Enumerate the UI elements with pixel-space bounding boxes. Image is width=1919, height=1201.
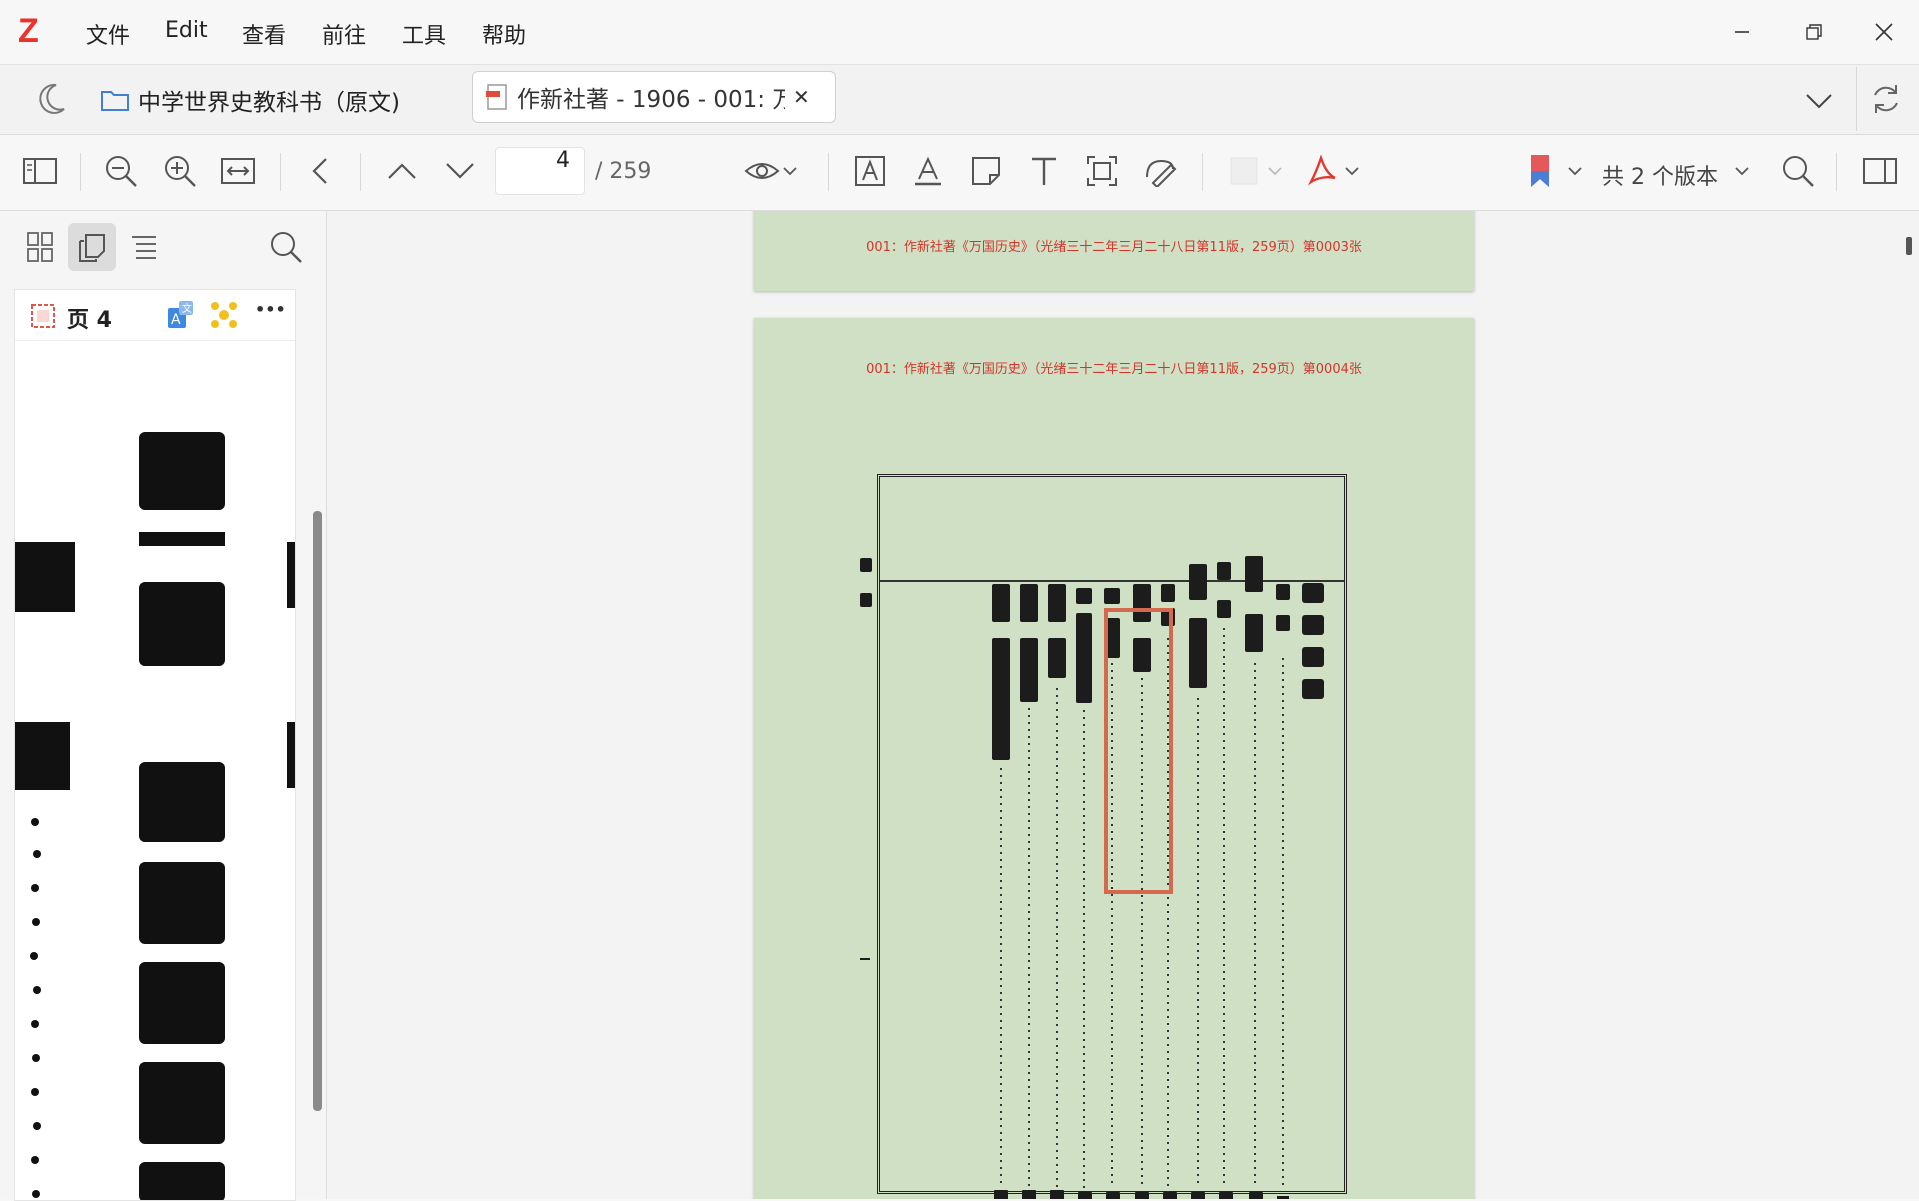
draw-icon[interactable] xyxy=(1140,151,1180,191)
underline-text-icon[interactable] xyxy=(908,151,948,191)
svg-text:文: 文 xyxy=(182,302,192,315)
tab-document[interactable]: 作新社著 - 1906 - 001: 万国历史 ✕ xyxy=(472,71,836,123)
svg-text:A: A xyxy=(171,312,181,328)
minimize-icon[interactable] xyxy=(1724,14,1760,50)
close-icon[interactable] xyxy=(1866,14,1902,50)
versions-label[interactable]: 共 2 个版本 xyxy=(1602,159,1718,191)
moon-icon[interactable] xyxy=(30,79,70,119)
sidebar-scrollbar[interactable] xyxy=(313,511,322,1111)
bookmark-dropdown-icon[interactable] xyxy=(1565,151,1585,191)
thumbnails-icon[interactable] xyxy=(16,223,64,271)
toolbar-divider xyxy=(280,153,281,191)
color-swatch-icon[interactable] xyxy=(1224,151,1264,191)
zoom-in-icon[interactable] xyxy=(160,151,200,191)
tabbar-divider xyxy=(1856,67,1857,131)
menu-view[interactable]: 查看 xyxy=(242,18,286,50)
translate-icon[interactable]: A文 xyxy=(165,298,197,336)
more-options-icon[interactable]: ••• xyxy=(255,300,286,319)
text-annotation-box-icon[interactable] xyxy=(850,151,890,191)
toolbar-divider xyxy=(1202,153,1203,191)
page-number-input[interactable]: 4 xyxy=(495,147,585,195)
tabs-dropdown-icon[interactable] xyxy=(1801,83,1841,119)
tab-library[interactable]: 中学世界史教科书（原文) xyxy=(100,83,400,117)
toolbar-divider xyxy=(360,153,361,191)
previous-page-icon[interactable] xyxy=(382,151,422,191)
toolbar-divider xyxy=(80,153,81,191)
annotation-card-header: 页 4 A文 ••• xyxy=(15,290,295,341)
pdf-page-previous: 001：作新社著《万国历史》（光绪三十二年三月二十八日第11版，259页）第00… xyxy=(754,211,1474,291)
search-icon[interactable] xyxy=(1778,151,1818,191)
menu-help[interactable]: 帮助 xyxy=(482,18,526,50)
back-icon[interactable] xyxy=(300,151,340,191)
toggle-context-pane-icon[interactable] xyxy=(1860,151,1900,191)
annotation-card[interactable]: 页 4 A文 ••• xyxy=(14,289,296,1201)
pdf-page-current: 001：作新社著《万国历史》（光绪三十二年三月二十八日第11版，259页）第00… xyxy=(754,318,1474,1199)
note-icon[interactable] xyxy=(966,151,1006,191)
page-total: / 259 xyxy=(595,159,652,184)
tab-bar: 中学世界史教科书（原文) 作新社著 - 1906 - 001: 万国历史 ✕ xyxy=(0,65,1919,135)
area-select-icon[interactable] xyxy=(1082,151,1122,191)
toggle-sidebar-icon[interactable] xyxy=(20,151,60,191)
pdf-icon xyxy=(485,83,509,111)
bookmark-icon[interactable] xyxy=(1520,151,1560,191)
menu-file[interactable]: 文件 xyxy=(86,18,130,50)
acrobat-icon[interactable] xyxy=(1302,151,1342,191)
menu-bar: Z 文件 Edit 查看 前往 工具 帮助 xyxy=(0,0,1919,65)
menu-edit[interactable]: Edit xyxy=(165,18,208,43)
eye-dropdown-icon[interactable] xyxy=(780,151,800,191)
app-logo: Z xyxy=(18,12,39,50)
acrobat-dropdown-icon[interactable] xyxy=(1342,151,1362,191)
image-annotation-icon xyxy=(29,302,57,334)
versions-dropdown-icon[interactable] xyxy=(1732,151,1752,191)
page-header-previous: 001：作新社著《万国历史》（光绪三十二年三月二十八日第11版，259页）第00… xyxy=(866,240,1362,255)
annotations-icon[interactable] xyxy=(68,223,116,271)
sidebar-search-icon[interactable] xyxy=(262,223,310,271)
outline-icon[interactable] xyxy=(120,223,168,271)
tab-close-icon[interactable]: ✕ xyxy=(793,85,810,109)
tab-library-label: 中学世界史教科书（原文) xyxy=(138,90,400,116)
viewer-scrollbar[interactable] xyxy=(1906,237,1912,255)
text-tool-icon[interactable] xyxy=(1024,151,1064,191)
folder-icon xyxy=(100,87,130,113)
toolbar: 4 / 259 共 2 个版本 xyxy=(0,135,1919,211)
restore-icon[interactable] xyxy=(1796,14,1832,50)
image-annotation-highlight[interactable] xyxy=(1104,608,1173,894)
annotation-page-label: 页 4 xyxy=(67,308,112,333)
annotation-image-crop xyxy=(15,342,295,1200)
next-page-icon[interactable] xyxy=(440,151,480,191)
toolbar-divider xyxy=(828,153,829,191)
pdf-viewer[interactable]: 001：作新社著《万国历史》（光绪三十二年三月二十八日第11版，259页）第00… xyxy=(327,211,1919,1199)
ai-sparkle-icon[interactable] xyxy=(207,298,241,336)
menu-go[interactable]: 前往 xyxy=(322,18,366,50)
fit-width-icon[interactable] xyxy=(218,151,258,191)
sidebar: 页 4 A文 ••• xyxy=(0,211,327,1201)
tab-document-label: 作新社著 - 1906 - 001: 万国历史 xyxy=(517,87,785,113)
color-dropdown-icon[interactable] xyxy=(1265,151,1285,191)
toolbar-divider xyxy=(1836,153,1837,191)
menu-tools[interactable]: 工具 xyxy=(402,18,446,50)
sync-icon[interactable] xyxy=(1866,79,1906,119)
eye-icon[interactable] xyxy=(742,151,782,191)
zoom-out-icon[interactable] xyxy=(101,151,141,191)
